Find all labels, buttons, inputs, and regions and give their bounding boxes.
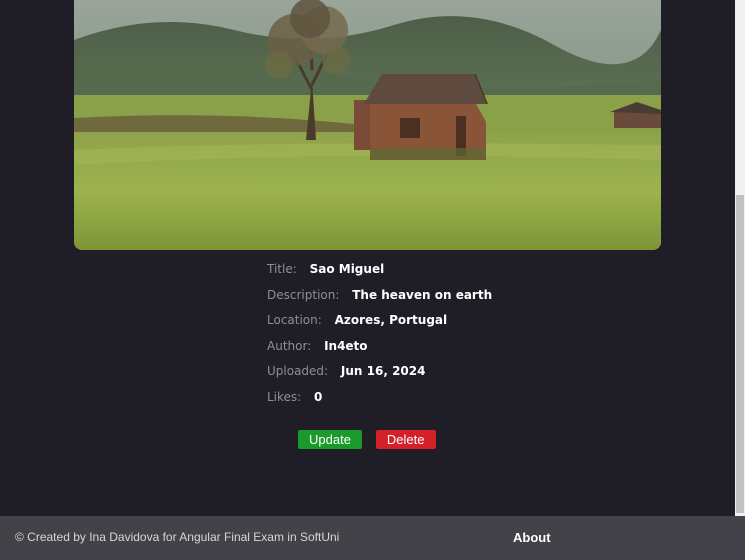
post-photo	[74, 0, 661, 250]
scrollbar-thumb[interactable]	[736, 195, 744, 513]
description-value: The heaven on earth	[352, 287, 493, 302]
likes-label: Likes:	[267, 389, 302, 404]
author-row: Author: In4eto	[267, 336, 492, 362]
uploaded-row: Uploaded: Jun 16, 2024	[267, 361, 492, 387]
footer-credit: © Created by Ina Davidova for Angular Fi…	[15, 530, 340, 544]
title-row: Title: Sao Miguel	[267, 259, 492, 285]
likes-row: Likes: 0	[267, 387, 492, 413]
author-value: In4eto	[324, 338, 368, 353]
likes-value: 0	[314, 389, 323, 404]
title-value: Sao Miguel	[309, 262, 385, 276]
title-label: Title:	[267, 262, 297, 276]
post-details: Title: Sao Miguel Description: The heave…	[267, 259, 492, 412]
site-footer: © Created by Ina Davidova for Angular Fi…	[0, 516, 745, 560]
description-row: Description: The heaven on earth	[267, 285, 492, 311]
page: Title: Sao Miguel Description: The heave…	[0, 0, 745, 560]
delete-button[interactable]: Delete	[375, 430, 436, 449]
author-label: Author:	[267, 338, 312, 353]
uploaded-value: Jun 16, 2024	[340, 364, 426, 378]
uploaded-label: Uploaded:	[267, 364, 329, 378]
post-actions: Update Delete	[298, 430, 436, 449]
description-label: Description:	[267, 287, 340, 302]
scrollbar-track[interactable]	[735, 0, 745, 516]
location-value: Azores, Portugal	[334, 313, 448, 327]
about-link[interactable]: About	[513, 530, 551, 545]
update-button[interactable]: Update	[298, 430, 362, 449]
location-row: Location: Azores, Portugal	[267, 310, 492, 336]
location-label: Location:	[267, 313, 322, 327]
